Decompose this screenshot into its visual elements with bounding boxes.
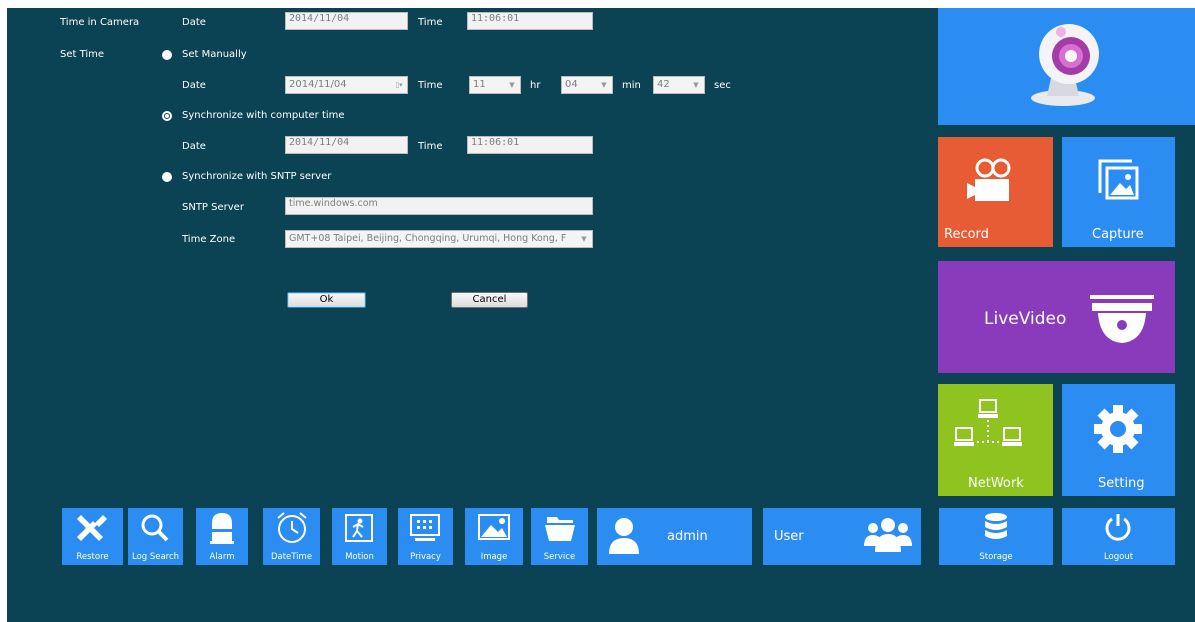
photos-icon [1098, 159, 1139, 200]
sync-sntp-radio[interactable] [162, 172, 172, 182]
manual-time-label: Time [418, 80, 443, 91]
chevron-down-icon: ▼ [576, 231, 592, 247]
chevron-down-icon: ▼ [596, 77, 612, 93]
second-select[interactable]: 42 ▼ [653, 76, 705, 94]
webcam-tile[interactable] [938, 8, 1195, 125]
admin-button[interactable]: admin [597, 508, 752, 565]
datetime-button[interactable]: DateTime [263, 508, 320, 565]
restore-label: Restore [76, 552, 109, 562]
second-value: 42 [657, 79, 670, 90]
sec-label: sec [714, 80, 731, 91]
service-label: Service [543, 552, 576, 562]
user-label: User [774, 529, 804, 544]
network-tile[interactable]: NetWork [938, 384, 1053, 496]
app-window: Time in Camera Date 2014/11/04 Time 11:0… [7, 8, 1195, 622]
ok-button[interactable]: Ok [287, 292, 366, 308]
sync-time-label: Time [418, 141, 443, 152]
privacy-icon [410, 514, 440, 541]
set-time-label: Set Time [60, 49, 105, 60]
search-icon [141, 514, 169, 542]
motion-button[interactable]: Motion [332, 508, 387, 565]
admin-label: admin [667, 529, 708, 544]
livevideo-tile[interactable]: LiveVideo [938, 261, 1175, 373]
motion-label: Motion [345, 552, 374, 562]
restore-button[interactable]: Restore [62, 508, 123, 565]
power-icon [1105, 514, 1131, 541]
group-icon [864, 518, 912, 552]
sync-computer-radio[interactable] [162, 111, 172, 121]
capture-tile[interactable]: Capture [1062, 137, 1175, 247]
dome-camera-icon [1090, 295, 1154, 343]
network-icon [954, 399, 1022, 446]
webcam-icon [1031, 24, 1099, 106]
time-zone-label: Time Zone [182, 234, 236, 245]
setting-label: Setting [1098, 476, 1145, 491]
min-label: min [622, 80, 641, 91]
record-label: Record [944, 227, 989, 242]
camera-date-field: 2014/11/04 [285, 12, 408, 30]
camera-date-label: Date [182, 17, 206, 28]
minute-value: 04 [565, 79, 578, 90]
manual-date-value: 2014/11/04 [289, 79, 347, 90]
storage-button[interactable]: Storage [939, 508, 1053, 565]
service-button[interactable]: Service [531, 508, 588, 565]
logout-button[interactable]: Logout [1062, 508, 1175, 565]
image-icon [478, 514, 510, 540]
storage-label: Storage [979, 552, 1013, 562]
chevron-down-icon: ▼ [688, 77, 704, 93]
camera-time-label: Time [418, 17, 443, 28]
datetime-label: DateTime [270, 552, 313, 562]
folder-icon [545, 517, 575, 541]
image-button[interactable]: Image [465, 508, 523, 565]
gear-icon [1094, 405, 1142, 453]
alarm-icon [210, 513, 234, 544]
set-manually-label: Set Manually [182, 49, 247, 60]
image-label: Image [480, 552, 508, 562]
time-zone-value: GMT+08 Taipei, Beijing, Chongqing, Urumq… [289, 233, 567, 244]
wrench-icon [77, 515, 107, 541]
person-icon [609, 518, 639, 554]
time-zone-select[interactable]: GMT+08 Taipei, Beijing, Chongqing, Urumq… [285, 230, 593, 248]
hr-label: hr [530, 80, 541, 91]
livevideo-label: LiveVideo [984, 309, 1067, 329]
camera-time-field: 11:06:01 [467, 12, 593, 30]
logout-label: Logout [1103, 552, 1134, 562]
manual-date-picker[interactable]: 2014/11/04 ▯▾ [285, 76, 408, 94]
sync-time-field: 11:06:01 [467, 136, 593, 154]
sync-computer-label: Synchronize with computer time [182, 110, 345, 121]
user-button[interactable]: User [763, 508, 921, 565]
minute-select[interactable]: 04 ▼ [561, 76, 613, 94]
time-in-camera-label: Time in Camera [60, 17, 140, 28]
calendar-dropdown-icon[interactable]: ▯▾ [391, 77, 407, 93]
running-person-icon [345, 514, 373, 542]
cancel-button[interactable]: Cancel [451, 292, 528, 308]
network-label: NetWork [968, 476, 1024, 491]
hour-select[interactable]: 11 ▼ [469, 76, 521, 94]
database-icon [985, 513, 1007, 539]
sync-date-label: Date [182, 141, 206, 152]
setting-tile[interactable]: Setting [1062, 384, 1175, 496]
record-tile[interactable]: Record [938, 137, 1053, 247]
manual-date-label: Date [182, 80, 206, 91]
alarm-label: Alarm [209, 552, 235, 562]
capture-label: Capture [1092, 227, 1144, 242]
sntp-server-input[interactable]: time.windows.com [285, 197, 593, 215]
video-camera-icon [967, 158, 1011, 201]
sync-date-field: 2014/11/04 [285, 136, 408, 154]
log-search-label: Log Search [131, 552, 180, 562]
clock-icon [277, 512, 307, 543]
alarm-button[interactable]: Alarm [196, 508, 248, 565]
set-manually-radio[interactable] [162, 50, 172, 60]
log-search-button[interactable]: Log Search [128, 508, 183, 565]
chevron-down-icon: ▼ [504, 77, 520, 93]
privacy-label: Privacy [410, 552, 441, 562]
hour-value: 11 [473, 79, 486, 90]
sntp-server-label: SNTP Server [182, 202, 244, 213]
privacy-button[interactable]: Privacy [398, 508, 453, 565]
sync-sntp-label: Synchronize with SNTP server [182, 171, 332, 182]
